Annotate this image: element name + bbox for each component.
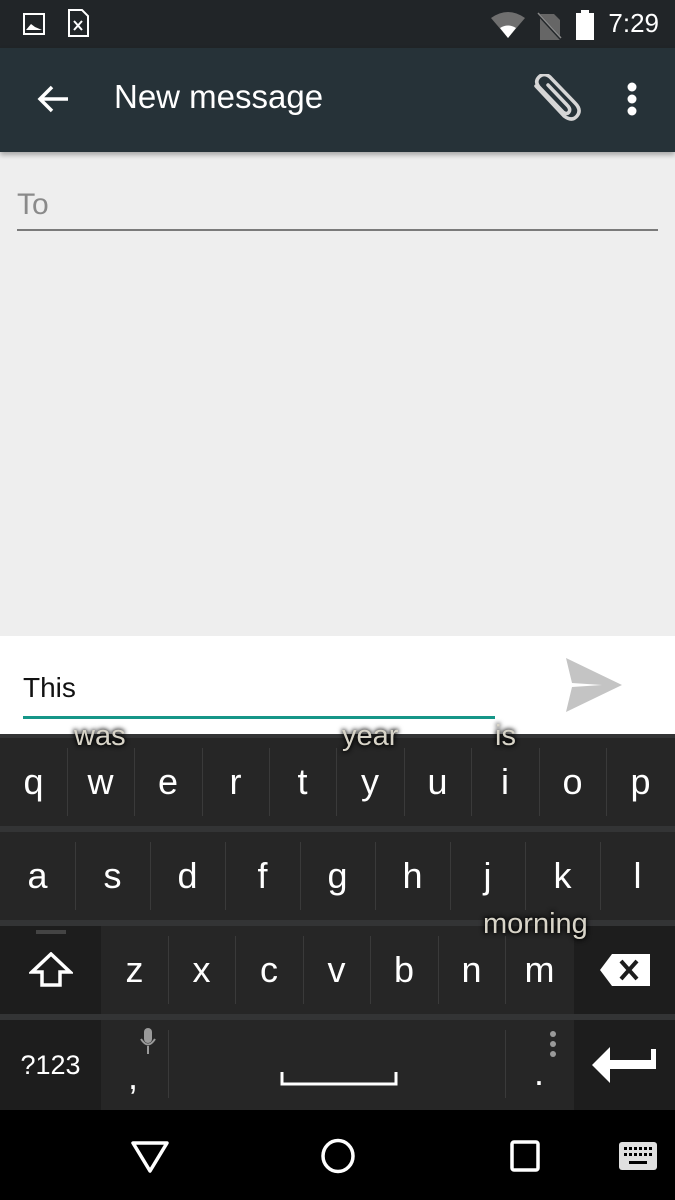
key-o[interactable]: o [539,738,606,826]
shift-key[interactable] [0,926,101,1014]
send-icon[interactable] [562,658,622,712]
message-input[interactable]: This [23,672,76,704]
keyboard-row-2: a s d f g h j k l [0,832,675,920]
key-l[interactable]: l [600,832,675,920]
navigation-bar [0,1110,675,1200]
space-key[interactable] [168,1020,505,1110]
key-f[interactable]: f [225,832,300,920]
suggestion-year[interactable]: year [342,720,398,753]
suggestion-is[interactable]: is [495,720,516,753]
keyboard-row-4: ?123 , . [0,1020,675,1110]
arrow-back-icon[interactable] [36,84,70,114]
space-icon [280,1072,398,1086]
key-x[interactable]: x [168,926,235,1014]
backspace-key[interactable] [574,926,675,1014]
period-label: . [534,1052,545,1093]
suggestion-was[interactable]: was [74,720,126,753]
wifi-icon [491,12,525,38]
key-g[interactable]: g [300,832,375,920]
key-u[interactable]: u [404,738,471,826]
sim-error-notification-icon [68,9,89,37]
key-b[interactable]: b [370,926,438,1014]
backspace-icon [599,954,650,986]
key-h[interactable]: h [375,832,450,920]
key-e[interactable]: e [134,738,202,826]
battery-icon [576,10,594,40]
enter-icon [591,1047,656,1083]
more-vert-icon[interactable] [626,82,638,116]
symbols-key[interactable]: ?123 [0,1020,101,1110]
message-input-underline [23,716,495,719]
period-key[interactable]: . [505,1020,574,1110]
image-notification-icon [23,13,45,35]
status-bar: 7:29 [0,0,675,48]
key-j[interactable]: j [450,832,525,920]
keyboard-switch-icon[interactable] [619,1142,657,1170]
comma-label: , [128,1056,139,1097]
comma-key[interactable]: , [101,1020,168,1110]
clock: 7:29 [608,8,659,38]
key-q[interactable]: q [0,738,67,826]
no-sim-icon [536,12,562,40]
shift-icon [28,952,73,987]
app-bar: New message [0,48,675,152]
home-icon[interactable] [320,1138,356,1174]
enter-key[interactable] [574,1020,675,1110]
to-field-underline [17,229,658,231]
page-title: New message [114,78,324,115]
key-d[interactable]: d [150,832,225,920]
paperclip-icon[interactable] [528,74,582,124]
key-p[interactable]: p [606,738,675,826]
microphone-icon [140,1028,156,1054]
suggestion-morning[interactable]: morning [483,908,588,941]
key-z[interactable]: z [101,926,168,1014]
key-a[interactable]: a [0,832,75,920]
key-r[interactable]: r [202,738,269,826]
more-options-icon [550,1031,556,1057]
key-t[interactable]: t [269,738,336,826]
compose-area: To [0,152,675,636]
recents-icon[interactable] [510,1140,540,1172]
key-k[interactable]: k [525,832,600,920]
key-s[interactable]: s [75,832,150,920]
key-v[interactable]: v [303,926,370,1014]
back-icon[interactable] [130,1140,170,1174]
key-c[interactable]: c [235,926,303,1014]
to-field[interactable]: To [17,188,49,222]
